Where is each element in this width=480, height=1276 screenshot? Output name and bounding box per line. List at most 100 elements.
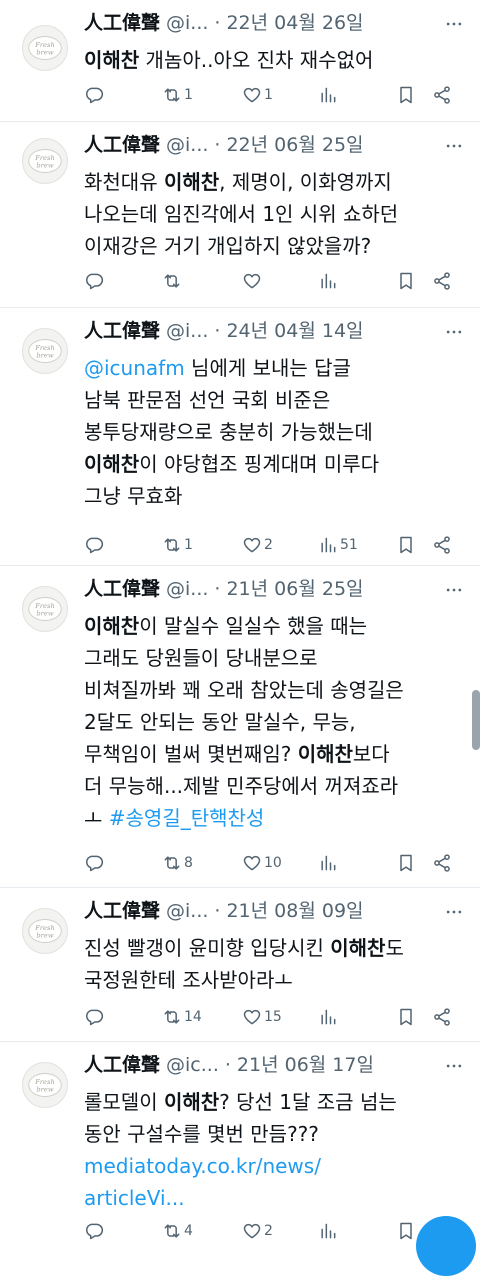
tweet-date[interactable]: 21년 06월 25일 — [226, 576, 363, 602]
username-handle[interactable]: @i... — [166, 318, 208, 344]
tweet-card[interactable]: Fresh brew 人工偉聲 @i... · 24년 04월 14일 @icun… — [0, 308, 480, 566]
separator-dot: · — [214, 578, 221, 600]
reply-button[interactable] — [84, 853, 106, 873]
views-button[interactable] — [318, 853, 340, 873]
more-options-icon[interactable] — [444, 902, 464, 929]
username-handle[interactable]: @i... — [166, 132, 208, 158]
hashtag-link[interactable]: #송영길_탄핵찬성 — [109, 806, 265, 830]
text-segment: 봉투당재량으로 충분히 가능했는데 — [84, 420, 373, 444]
url-link[interactable]: mediatoday.co.kr/news/ — [84, 1154, 321, 1178]
share-button[interactable] — [432, 85, 452, 105]
like-button[interactable]: 1 — [242, 85, 273, 105]
views-button[interactable] — [318, 85, 340, 105]
reply-button[interactable] — [84, 535, 106, 555]
share-button[interactable] — [432, 271, 452, 291]
views-icon — [321, 273, 336, 289]
bookmark-button[interactable] — [396, 1221, 416, 1241]
bookmark-button[interactable] — [396, 85, 416, 105]
display-name[interactable]: 人工偉聲 — [84, 132, 160, 158]
like-count: 15 — [264, 1009, 282, 1025]
reply-button[interactable] — [84, 1007, 106, 1027]
display-name[interactable]: 人工偉聲 — [84, 898, 160, 924]
tweet-card[interactable]: Fresh brew 人工偉聲 @i... · 21년 06월 25일 이해찬이 … — [0, 566, 480, 888]
avatar[interactable]: Fresh brew — [22, 138, 68, 184]
retweet-button[interactable]: 1 — [162, 535, 193, 555]
username-handle[interactable]: @i... — [166, 10, 208, 36]
username-handle[interactable]: @ic... — [166, 1052, 219, 1078]
svg-text:brew: brew — [36, 49, 53, 57]
bookmark-button[interactable] — [396, 271, 416, 291]
username-handle[interactable]: @i... — [166, 898, 208, 924]
display-name[interactable]: 人工偉聲 — [84, 318, 160, 344]
text-segment: ㅗ — [84, 806, 109, 830]
tweet-date[interactable]: 21년 08월 09일 — [226, 898, 363, 924]
tweet-date[interactable]: 24년 04월 14일 — [226, 318, 363, 344]
retweet-icon — [164, 538, 180, 552]
bookmark-button[interactable] — [396, 535, 416, 555]
like-button[interactable]: 10 — [242, 853, 282, 873]
text-segment: 무책임이 벌써 몇번째임? — [84, 742, 298, 766]
tweet-text-line: 화천대유 이해찬, 제명이, 이화영까지 — [84, 166, 464, 198]
more-options-icon[interactable] — [444, 14, 464, 41]
reply-button[interactable] — [84, 271, 106, 291]
tweet-date[interactable]: 22년 04월 26일 — [226, 10, 363, 36]
retweet-button[interactable]: 1 — [162, 85, 193, 105]
like-button[interactable]: 2 — [242, 1221, 273, 1241]
views-button[interactable] — [318, 1221, 340, 1241]
share-button[interactable] — [432, 1007, 452, 1027]
views-button[interactable]: 51 — [318, 535, 358, 555]
avatar[interactable]: Fresh brew — [22, 586, 68, 632]
tweet-card[interactable]: Fresh brew 人工偉聲 @i... · 22년 04월 26일 이해찬 개… — [0, 0, 480, 122]
views-button[interactable] — [318, 271, 340, 291]
more-options-icon[interactable] — [444, 1056, 464, 1083]
url-link[interactable]: articleVi... — [84, 1186, 185, 1210]
bookmark-button[interactable] — [396, 853, 416, 873]
like-button[interactable]: 15 — [242, 1007, 282, 1027]
retweet-button[interactable]: 8 — [162, 853, 193, 873]
more-options-icon[interactable] — [444, 580, 464, 607]
views-count: 51 — [340, 537, 358, 553]
bookmark-button[interactable] — [396, 1007, 416, 1027]
more-options-icon[interactable] — [444, 136, 464, 163]
like-button[interactable] — [242, 271, 264, 291]
share-button[interactable] — [432, 535, 452, 555]
reply-button[interactable] — [84, 85, 106, 105]
separator-dot: · — [214, 320, 221, 342]
display-name[interactable]: 人工偉聲 — [84, 10, 160, 36]
tweet-card[interactable]: Fresh brew 人工偉聲 @i... · 22년 06월 25일 화천대유 … — [0, 122, 480, 308]
avatar[interactable]: Fresh brew — [22, 328, 68, 374]
like-icon — [243, 1009, 261, 1025]
tweet-date[interactable]: 22년 06월 25일 — [226, 132, 363, 158]
display-name[interactable]: 人工偉聲 — [84, 1052, 160, 1078]
share-button[interactable] — [432, 853, 452, 873]
tweet-card[interactable]: Fresh brew 人工偉聲 @i... · 21년 08월 09일 진성 빨갱… — [0, 888, 480, 1042]
like-button[interactable]: 2 — [242, 535, 273, 555]
avatar[interactable]: Fresh brew — [22, 1062, 68, 1108]
tweet-card[interactable]: Fresh brew 人工偉聲 @ic... · 21년 06월 17일 롤모델이… — [0, 1042, 480, 1276]
like-icon — [243, 855, 261, 871]
avatar[interactable]: Fresh brew — [22, 908, 68, 954]
avatar-logo-icon: Freshbrew — [28, 36, 62, 60]
username-handle[interactable]: @i... — [166, 576, 208, 602]
svg-text:brew: brew — [36, 162, 53, 170]
share-icon — [434, 854, 450, 872]
display-name[interactable]: 人工偉聲 — [84, 576, 160, 602]
text-segment: 국정원한테 조사받아라ㅗ — [84, 968, 293, 992]
reply-button[interactable] — [84, 1221, 106, 1241]
retweet-button[interactable]: 4 — [162, 1221, 193, 1241]
retweet-button[interactable] — [162, 271, 184, 291]
avatar[interactable]: Fresh brew — [22, 25, 68, 71]
replying-to-handle[interactable]: @icunafm — [84, 356, 185, 380]
action-bar: 8 10 — [84, 852, 466, 874]
tweet-date[interactable]: 21년 06월 17일 — [237, 1052, 374, 1078]
scrollbar-thumb[interactable] — [472, 690, 480, 750]
compose-button[interactable] — [416, 1216, 476, 1276]
retweet-button[interactable]: 14 — [162, 1007, 202, 1027]
tweet-text-line: 이해찬이 말실수 일실수 했을 때는 — [84, 610, 464, 642]
reply-icon — [86, 537, 104, 554]
text-segment: 그래도 당원들이 당내분으로 — [84, 646, 318, 670]
highlighted-keyword: 이해찬 — [84, 614, 140, 638]
views-button[interactable] — [318, 1007, 340, 1027]
more-options-icon[interactable] — [444, 322, 464, 349]
tweet-text-line: 더 무능해...제발 민주당에서 꺼져죠라 — [84, 770, 464, 802]
